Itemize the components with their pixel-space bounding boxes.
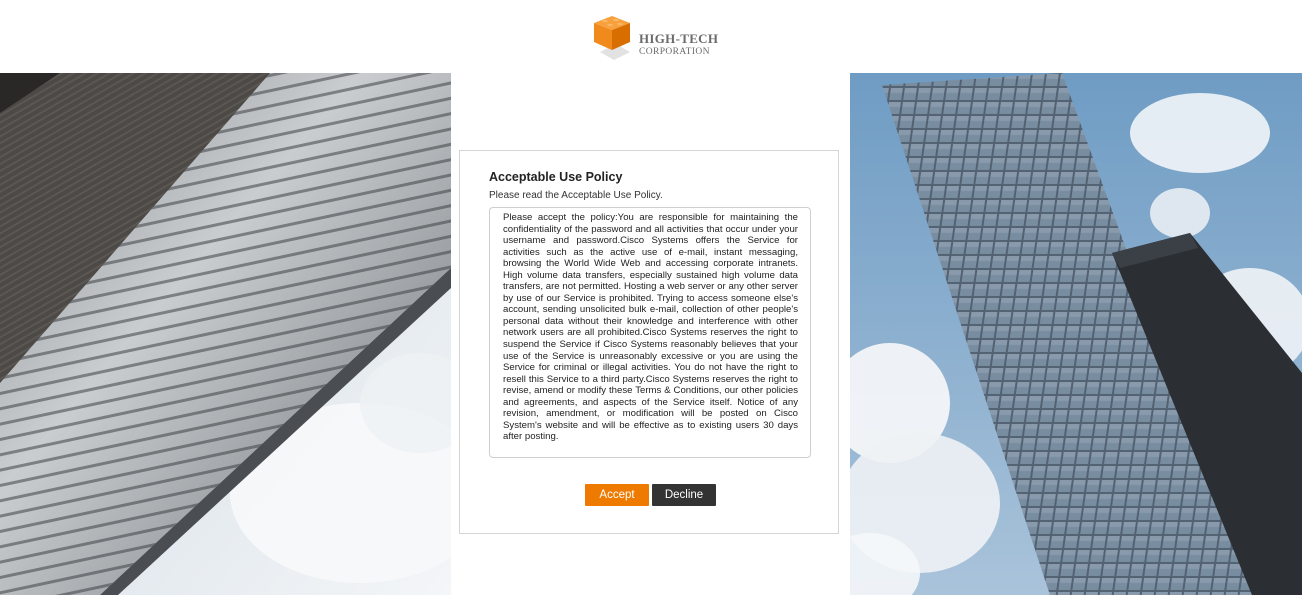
accept-button[interactable]: Accept bbox=[585, 484, 649, 506]
decline-button[interactable]: Decline bbox=[652, 484, 716, 506]
logo-line-2: CORPORATION bbox=[639, 47, 710, 57]
company-logo: HIGH-TECH CORPORATION bbox=[592, 14, 722, 62]
header: HIGH-TECH CORPORATION bbox=[0, 0, 1302, 73]
logo-line-1: HIGH-TECH bbox=[639, 31, 719, 46]
cube-logo-icon bbox=[594, 16, 630, 60]
policy-title: Acceptable Use Policy bbox=[489, 170, 623, 184]
acceptable-use-policy-card: Acceptable Use Policy Please read the Ac… bbox=[459, 150, 839, 534]
policy-subtitle: Please read the Acceptable Use Policy. bbox=[489, 190, 663, 201]
policy-text-area[interactable]: Please accept the policy:You are respons… bbox=[489, 207, 811, 458]
left-building-image bbox=[0, 73, 451, 595]
portal-page: HIGH-TECH CORPORATION Acceptable Use Pol… bbox=[0, 0, 1302, 595]
logo-wordmark: HIGH-TECH CORPORATION bbox=[639, 32, 718, 58]
right-tower-image bbox=[850, 73, 1302, 595]
